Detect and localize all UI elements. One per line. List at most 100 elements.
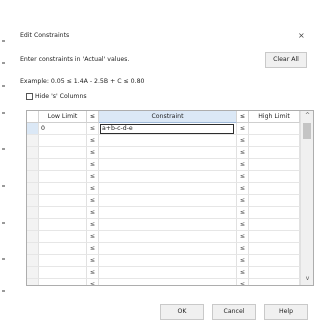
vertical-scrollbar[interactable]: ^ v xyxy=(300,111,313,285)
low-limit-cell[interactable] xyxy=(39,171,87,183)
row-header[interactable] xyxy=(27,207,39,219)
low-limit-cell[interactable] xyxy=(39,255,87,267)
low-limit-cell[interactable] xyxy=(39,195,87,207)
table-row[interactable]: ≤ ≤ xyxy=(27,243,301,255)
table-row[interactable]: ≤ ≤ xyxy=(27,231,301,243)
cancel-button[interactable]: Cancel xyxy=(212,304,256,320)
help-button[interactable]: Help xyxy=(264,304,308,320)
row-header[interactable] xyxy=(27,183,39,195)
less-equal-cell[interactable]: ≤ xyxy=(237,123,249,135)
high-limit-cell[interactable] xyxy=(249,171,300,183)
table-row[interactable]: ≤ ≤ xyxy=(27,219,301,231)
constraint-cell[interactable] xyxy=(99,255,237,267)
column-header-constraint[interactable]: Constraint xyxy=(99,111,237,123)
low-limit-cell[interactable] xyxy=(39,267,87,279)
row-header[interactable] xyxy=(27,219,39,231)
table-row[interactable]: ≤ ≤ xyxy=(27,255,301,267)
constraint-edit-box[interactable]: a+b-c-d-e xyxy=(100,124,234,134)
row-header[interactable] xyxy=(27,159,39,171)
column-header-high-limit[interactable]: High Limit xyxy=(249,111,300,123)
constraint-cell[interactable] xyxy=(99,279,237,285)
high-limit-cell[interactable] xyxy=(249,183,300,195)
row-header[interactable] xyxy=(27,123,39,135)
high-limit-cell[interactable] xyxy=(249,255,300,267)
scroll-down-icon[interactable]: v xyxy=(303,275,312,283)
constraint-cell[interactable] xyxy=(99,267,237,279)
less-equal-cell[interactable]: ≤ xyxy=(237,195,249,207)
less-equal-cell[interactable]: ≤ xyxy=(237,171,249,183)
constraint-cell[interactable] xyxy=(99,231,237,243)
less-equal-cell[interactable]: ≤ xyxy=(87,195,99,207)
constraint-cell[interactable] xyxy=(99,159,237,171)
high-limit-cell[interactable] xyxy=(249,279,300,285)
high-limit-cell[interactable] xyxy=(249,207,300,219)
high-limit-cell[interactable] xyxy=(249,135,300,147)
constraint-cell[interactable] xyxy=(99,207,237,219)
high-limit-cell[interactable] xyxy=(249,195,300,207)
low-limit-cell[interactable]: 0 xyxy=(39,123,87,135)
constraint-cell[interactable] xyxy=(99,147,237,159)
constraint-cell[interactable] xyxy=(99,135,237,147)
less-equal-cell[interactable]: ≤ xyxy=(87,279,99,285)
less-equal-cell[interactable]: ≤ xyxy=(237,135,249,147)
less-equal-cell[interactable]: ≤ xyxy=(87,267,99,279)
less-equal-cell[interactable]: ≤ xyxy=(87,171,99,183)
less-equal-cell[interactable]: ≤ xyxy=(87,255,99,267)
row-header[interactable] xyxy=(27,171,39,183)
high-limit-cell[interactable] xyxy=(249,123,300,135)
table-row[interactable]: ≤ ≤ xyxy=(27,195,301,207)
row-header[interactable] xyxy=(27,147,39,159)
less-equal-cell[interactable]: ≤ xyxy=(87,147,99,159)
low-limit-cell[interactable] xyxy=(39,183,87,195)
table-row[interactable]: ≤ ≤ xyxy=(27,267,301,279)
less-equal-cell[interactable]: ≤ xyxy=(87,135,99,147)
constraint-cell[interactable] xyxy=(99,219,237,231)
low-limit-cell[interactable] xyxy=(39,159,87,171)
high-limit-cell[interactable] xyxy=(249,147,300,159)
row-header[interactable] xyxy=(27,255,39,267)
less-equal-cell[interactable]: ≤ xyxy=(87,231,99,243)
table-row[interactable]: ≤ ≤ xyxy=(27,183,301,195)
high-limit-cell[interactable] xyxy=(249,159,300,171)
scrollbar-thumb[interactable] xyxy=(303,123,311,139)
row-header[interactable] xyxy=(27,195,39,207)
hide-s-columns-label[interactable]: Hide 's' Columns xyxy=(35,93,87,101)
constraint-cell[interactable] xyxy=(99,243,237,255)
low-limit-cell[interactable] xyxy=(39,243,87,255)
high-limit-cell[interactable] xyxy=(249,219,300,231)
column-header-less-equal-1[interactable]: ≤ xyxy=(87,111,99,123)
low-limit-cell[interactable] xyxy=(39,135,87,147)
high-limit-cell[interactable] xyxy=(249,243,300,255)
ok-button[interactable]: OK xyxy=(160,304,204,320)
row-header[interactable] xyxy=(27,279,39,285)
less-equal-cell[interactable]: ≤ xyxy=(237,255,249,267)
less-equal-cell[interactable]: ≤ xyxy=(237,159,249,171)
less-equal-cell[interactable]: ≤ xyxy=(87,159,99,171)
less-equal-cell[interactable]: ≤ xyxy=(237,267,249,279)
constraint-cell[interactable] xyxy=(99,171,237,183)
less-equal-cell[interactable]: ≤ xyxy=(237,279,249,285)
low-limit-cell[interactable] xyxy=(39,279,87,285)
less-equal-cell[interactable]: ≤ xyxy=(237,219,249,231)
row-header[interactable] xyxy=(27,135,39,147)
less-equal-cell[interactable]: ≤ xyxy=(237,243,249,255)
high-limit-cell[interactable] xyxy=(249,231,300,243)
row-header[interactable] xyxy=(27,267,39,279)
table-row[interactable]: ≤ ≤ xyxy=(27,207,301,219)
high-limit-cell[interactable] xyxy=(249,267,300,279)
low-limit-cell[interactable] xyxy=(39,207,87,219)
low-limit-cell[interactable] xyxy=(39,147,87,159)
clear-all-button[interactable]: Clear All xyxy=(265,52,307,68)
low-limit-cell[interactable] xyxy=(39,231,87,243)
table-row[interactable]: ≤ ≤ xyxy=(27,159,301,171)
hide-s-columns-checkbox[interactable] xyxy=(26,93,33,100)
less-equal-cell[interactable]: ≤ xyxy=(87,243,99,255)
table-row[interactable]: 0 ≤ a+b-c-d-e ≤ xyxy=(27,123,301,135)
less-equal-cell[interactable]: ≤ xyxy=(87,123,99,135)
less-equal-cell[interactable]: ≤ xyxy=(237,231,249,243)
table-row[interactable]: ≤ ≤ xyxy=(27,171,301,183)
constraint-cell[interactable] xyxy=(99,195,237,207)
close-icon[interactable]: × xyxy=(298,31,305,40)
less-equal-cell[interactable]: ≤ xyxy=(237,207,249,219)
less-equal-cell[interactable]: ≤ xyxy=(87,207,99,219)
